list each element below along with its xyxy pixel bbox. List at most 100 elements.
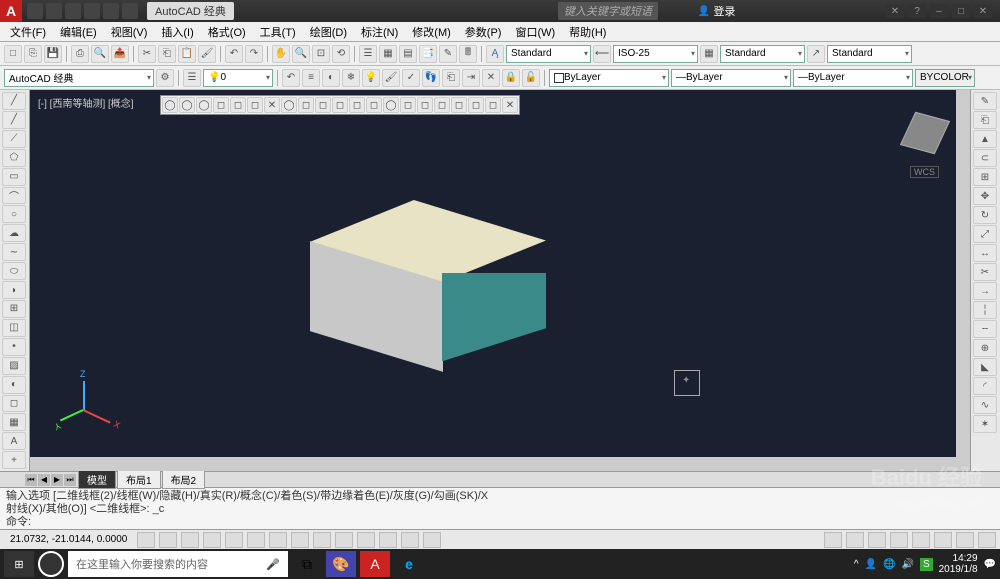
3dosnap-icon[interactable]: [247, 532, 265, 548]
qat-save-icon[interactable]: [65, 3, 81, 19]
autocad-icon[interactable]: A: [0, 0, 22, 22]
menu-tools[interactable]: 工具(T): [254, 22, 302, 42]
ft-16[interactable]: ◻: [417, 97, 433, 113]
save-icon[interactable]: 💾: [44, 45, 62, 63]
ft-14[interactable]: ◯: [383, 97, 399, 113]
menu-format[interactable]: 格式(O): [202, 22, 252, 42]
tab-next-icon[interactable]: ▶: [51, 474, 63, 486]
layer-off-icon[interactable]: 💡: [362, 69, 380, 87]
osnap-icon[interactable]: [225, 532, 243, 548]
dim-style-dropdown[interactable]: ISO-25: [613, 45, 698, 63]
viewport-label[interactable]: [-] [西南等轴测] [概念]: [38, 95, 134, 110]
polar-icon[interactable]: [203, 532, 221, 548]
windows-search-input[interactable]: 在这里输入你要搜索的内容 🎤: [68, 551, 288, 577]
hardware-accel-icon[interactable]: [934, 532, 952, 548]
lock-ui-icon[interactable]: [912, 532, 930, 548]
coordinates-display[interactable]: 21.0732, -21.0144, 0.0000: [4, 534, 133, 545]
layer-iso-icon[interactable]: ◐: [322, 69, 340, 87]
trim-icon[interactable]: ✂: [973, 263, 997, 281]
taskbar-autocad[interactable]: A: [360, 551, 390, 577]
qat-undo-icon[interactable]: [103, 3, 119, 19]
tray-people-icon[interactable]: 👤: [865, 559, 877, 570]
stretch-icon[interactable]: ↔: [973, 244, 997, 262]
notifications-icon[interactable]: 💬: [984, 559, 996, 570]
layer-match-icon[interactable]: 🖌: [382, 69, 400, 87]
scale-icon[interactable]: ⤢: [973, 225, 997, 243]
ellipse-icon[interactable]: ⬭: [2, 262, 26, 280]
help-icon[interactable]: ?: [908, 4, 926, 18]
cortana-icon[interactable]: [38, 551, 64, 577]
mtext-icon[interactable]: A: [2, 432, 26, 450]
rotate-icon[interactable]: ↻: [973, 206, 997, 224]
am-icon[interactable]: [423, 532, 441, 548]
ft-17[interactable]: ◻: [434, 97, 450, 113]
otrack-icon[interactable]: [269, 532, 287, 548]
copy-icon[interactable]: ⎗: [158, 45, 176, 63]
join-icon[interactable]: ⊕: [973, 339, 997, 357]
ft-1[interactable]: ◯: [162, 97, 178, 113]
print-icon[interactable]: ⎙: [71, 45, 89, 63]
lineweight-dropdown[interactable]: — ByLayer: [793, 69, 913, 87]
clock[interactable]: 14:29 2019/1/8: [939, 553, 978, 575]
properties-icon[interactable]: ☰: [359, 45, 377, 63]
ft-3[interactable]: ◯: [196, 97, 212, 113]
menu-modify[interactable]: 修改(M): [406, 22, 457, 42]
spline-icon[interactable]: ∼: [2, 243, 26, 261]
tool-palette-icon[interactable]: ▤: [399, 45, 417, 63]
region-icon[interactable]: ◻: [2, 395, 26, 413]
taskview-icon[interactable]: ⧉: [292, 551, 322, 577]
menu-help[interactable]: 帮助(H): [563, 22, 612, 42]
undo-icon[interactable]: ↶: [225, 45, 243, 63]
sc-icon[interactable]: [401, 532, 419, 548]
calc-icon[interactable]: 🖩: [459, 45, 477, 63]
grid-icon[interactable]: [159, 532, 177, 548]
ft-10[interactable]: ◻: [315, 97, 331, 113]
quick-view-icon[interactable]: [846, 532, 864, 548]
layer-prev-icon[interactable]: ↶: [282, 69, 300, 87]
design-center-icon[interactable]: ▦: [379, 45, 397, 63]
publish-icon[interactable]: 📤: [111, 45, 129, 63]
viewcube[interactable]: WCS: [900, 110, 950, 160]
cut-icon[interactable]: ✂: [138, 45, 156, 63]
close-button[interactable]: ✕: [974, 4, 992, 18]
qat-open-icon[interactable]: [46, 3, 62, 19]
model-space-icon[interactable]: [824, 532, 842, 548]
menu-draw[interactable]: 绘图(D): [304, 22, 353, 42]
markup-icon[interactable]: ✎: [439, 45, 457, 63]
isolate-icon[interactable]: [956, 532, 974, 548]
blend-icon[interactable]: ∿: [973, 396, 997, 414]
text-style-dropdown[interactable]: Standard: [506, 45, 591, 63]
menu-parametric[interactable]: 参数(P): [459, 22, 508, 42]
layer-unlock-icon[interactable]: 🔓: [522, 69, 540, 87]
ft-19[interactable]: ◻: [468, 97, 484, 113]
chamfer-icon[interactable]: ◣: [973, 358, 997, 376]
table-icon[interactable]: ▦: [2, 413, 26, 431]
tpy-icon[interactable]: [357, 532, 375, 548]
ft-close[interactable]: ✕: [502, 97, 518, 113]
layer-manager-icon[interactable]: ☰: [183, 69, 201, 87]
command-prompt[interactable]: 命令:: [6, 516, 994, 529]
preview-icon[interactable]: 🔍: [91, 45, 109, 63]
tray-ime-icon[interactable]: S: [920, 558, 933, 571]
arc-icon[interactable]: ⌒: [2, 187, 26, 205]
tray-network-icon[interactable]: 🌐: [883, 559, 895, 570]
layer-walk-icon[interactable]: 👣: [422, 69, 440, 87]
linetype-dropdown[interactable]: — ByLayer: [671, 69, 791, 87]
break-icon[interactable]: ╌: [973, 320, 997, 338]
zoom-icon[interactable]: 🔍: [292, 45, 310, 63]
sheet-set-icon[interactable]: 📑: [419, 45, 437, 63]
exchange-icon[interactable]: ✕: [886, 4, 904, 18]
workspace-save-icon[interactable]: ⚙: [156, 69, 174, 87]
minimize-button[interactable]: –: [930, 4, 948, 18]
menu-insert[interactable]: 插入(I): [155, 22, 199, 42]
menu-edit[interactable]: 编辑(E): [54, 22, 103, 42]
tray-volume-icon[interactable]: 🔊: [901, 559, 913, 570]
hatch-icon[interactable]: ▨: [2, 357, 26, 375]
tab-first-icon[interactable]: ⏮: [25, 474, 37, 486]
qat-print-icon[interactable]: [84, 3, 100, 19]
revcloud-icon[interactable]: ☁: [2, 224, 26, 242]
workspace-status-icon[interactable]: [890, 532, 908, 548]
start-button[interactable]: ⊞: [4, 551, 34, 577]
tray-up-icon[interactable]: ^: [854, 559, 859, 570]
ft-18[interactable]: ◻: [451, 97, 467, 113]
